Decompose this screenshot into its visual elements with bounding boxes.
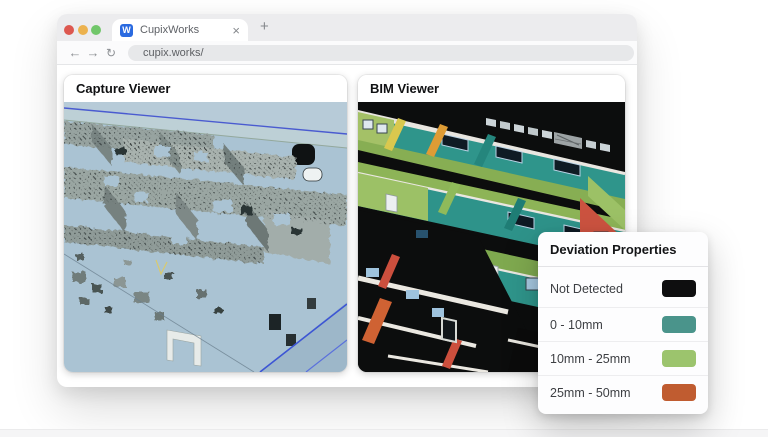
close-window-button[interactable]	[64, 25, 74, 35]
new-tab-icon[interactable]: +	[260, 18, 269, 35]
legend-label: 0 - 10mm	[550, 318, 603, 332]
cupixworks-favicon-icon: W	[120, 24, 133, 37]
color-swatch	[662, 280, 696, 297]
tab-close-icon[interactable]: ×	[232, 24, 240, 37]
browser-tab-cupixworks[interactable]: W CupixWorks ×	[112, 19, 248, 41]
capture-viewer-title: Capture Viewer	[64, 75, 347, 102]
back-icon[interactable]: ←	[66, 45, 84, 60]
color-swatch	[662, 384, 696, 401]
legend-row-not-detected: Not Detected	[538, 267, 708, 307]
window-controls	[64, 25, 101, 35]
deviation-properties-title: Deviation Properties	[538, 232, 708, 267]
browser-toolbar: ← → ↻ cupix.works/	[57, 41, 637, 65]
color-swatch	[662, 316, 696, 333]
legend-label: Not Detected	[550, 282, 623, 296]
reload-icon[interactable]: ↻	[102, 46, 120, 60]
legend-label: 25mm - 50mm	[550, 386, 631, 400]
forward-icon[interactable]: →	[84, 45, 102, 60]
page: W CupixWorks × + ← → ↻ cupix.works/ Capt…	[0, 0, 768, 437]
tab-title: CupixWorks	[140, 24, 232, 36]
address-bar[interactable]: cupix.works/	[128, 45, 634, 61]
legend-row-0-10mm: 0 - 10mm	[538, 307, 708, 341]
bim-viewer-title: BIM Viewer	[358, 75, 625, 102]
legend-row-25-50mm: 25mm - 50mm	[538, 375, 708, 409]
legend-row-10-25mm: 10mm - 25mm	[538, 341, 708, 375]
page-section-divider	[0, 429, 768, 437]
point-cloud-view[interactable]	[64, 102, 347, 372]
capture-viewer-panel: Capture Viewer	[64, 75, 347, 372]
deviation-properties-panel: Deviation Properties Not Detected 0 - 10…	[538, 232, 708, 414]
browser-tab-strip: W CupixWorks × +	[57, 14, 637, 41]
legend-label: 10mm - 25mm	[550, 352, 631, 366]
color-swatch	[662, 350, 696, 367]
zoom-window-button[interactable]	[91, 25, 101, 35]
minimize-window-button[interactable]	[78, 25, 88, 35]
